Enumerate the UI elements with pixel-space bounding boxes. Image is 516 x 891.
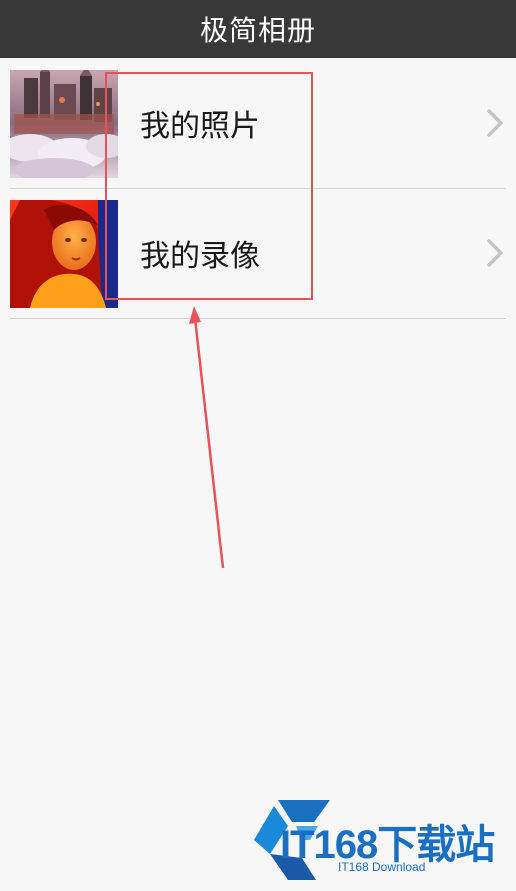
watermark-sub-text: IT168 Download (338, 860, 426, 874)
app-screen: 极简相册 我的照片 我的录像 IT168下载站 IT168 Download (0, 0, 516, 891)
castle-thumbnail-image (10, 70, 118, 178)
watermark: IT168下载站 IT168 Download (252, 798, 510, 882)
chevron-right-icon (487, 109, 503, 137)
title-bar: 极简相册 (0, 0, 516, 58)
videos-label: 我的录像 (140, 239, 260, 274)
photos-thumbnail (10, 70, 118, 178)
chevron-right-icon (487, 239, 503, 267)
videos-thumbnail (10, 200, 118, 308)
photos-label: 我的照片 (140, 109, 260, 144)
list-item-photos[interactable]: 我的照片 (0, 58, 516, 188)
portrait-thumbnail-image (10, 200, 118, 308)
list-item-videos[interactable]: 我的录像 (0, 188, 516, 318)
album-list: 我的照片 我的录像 (0, 58, 516, 319)
divider (10, 318, 506, 319)
page-title: 极简相册 (199, 14, 316, 47)
